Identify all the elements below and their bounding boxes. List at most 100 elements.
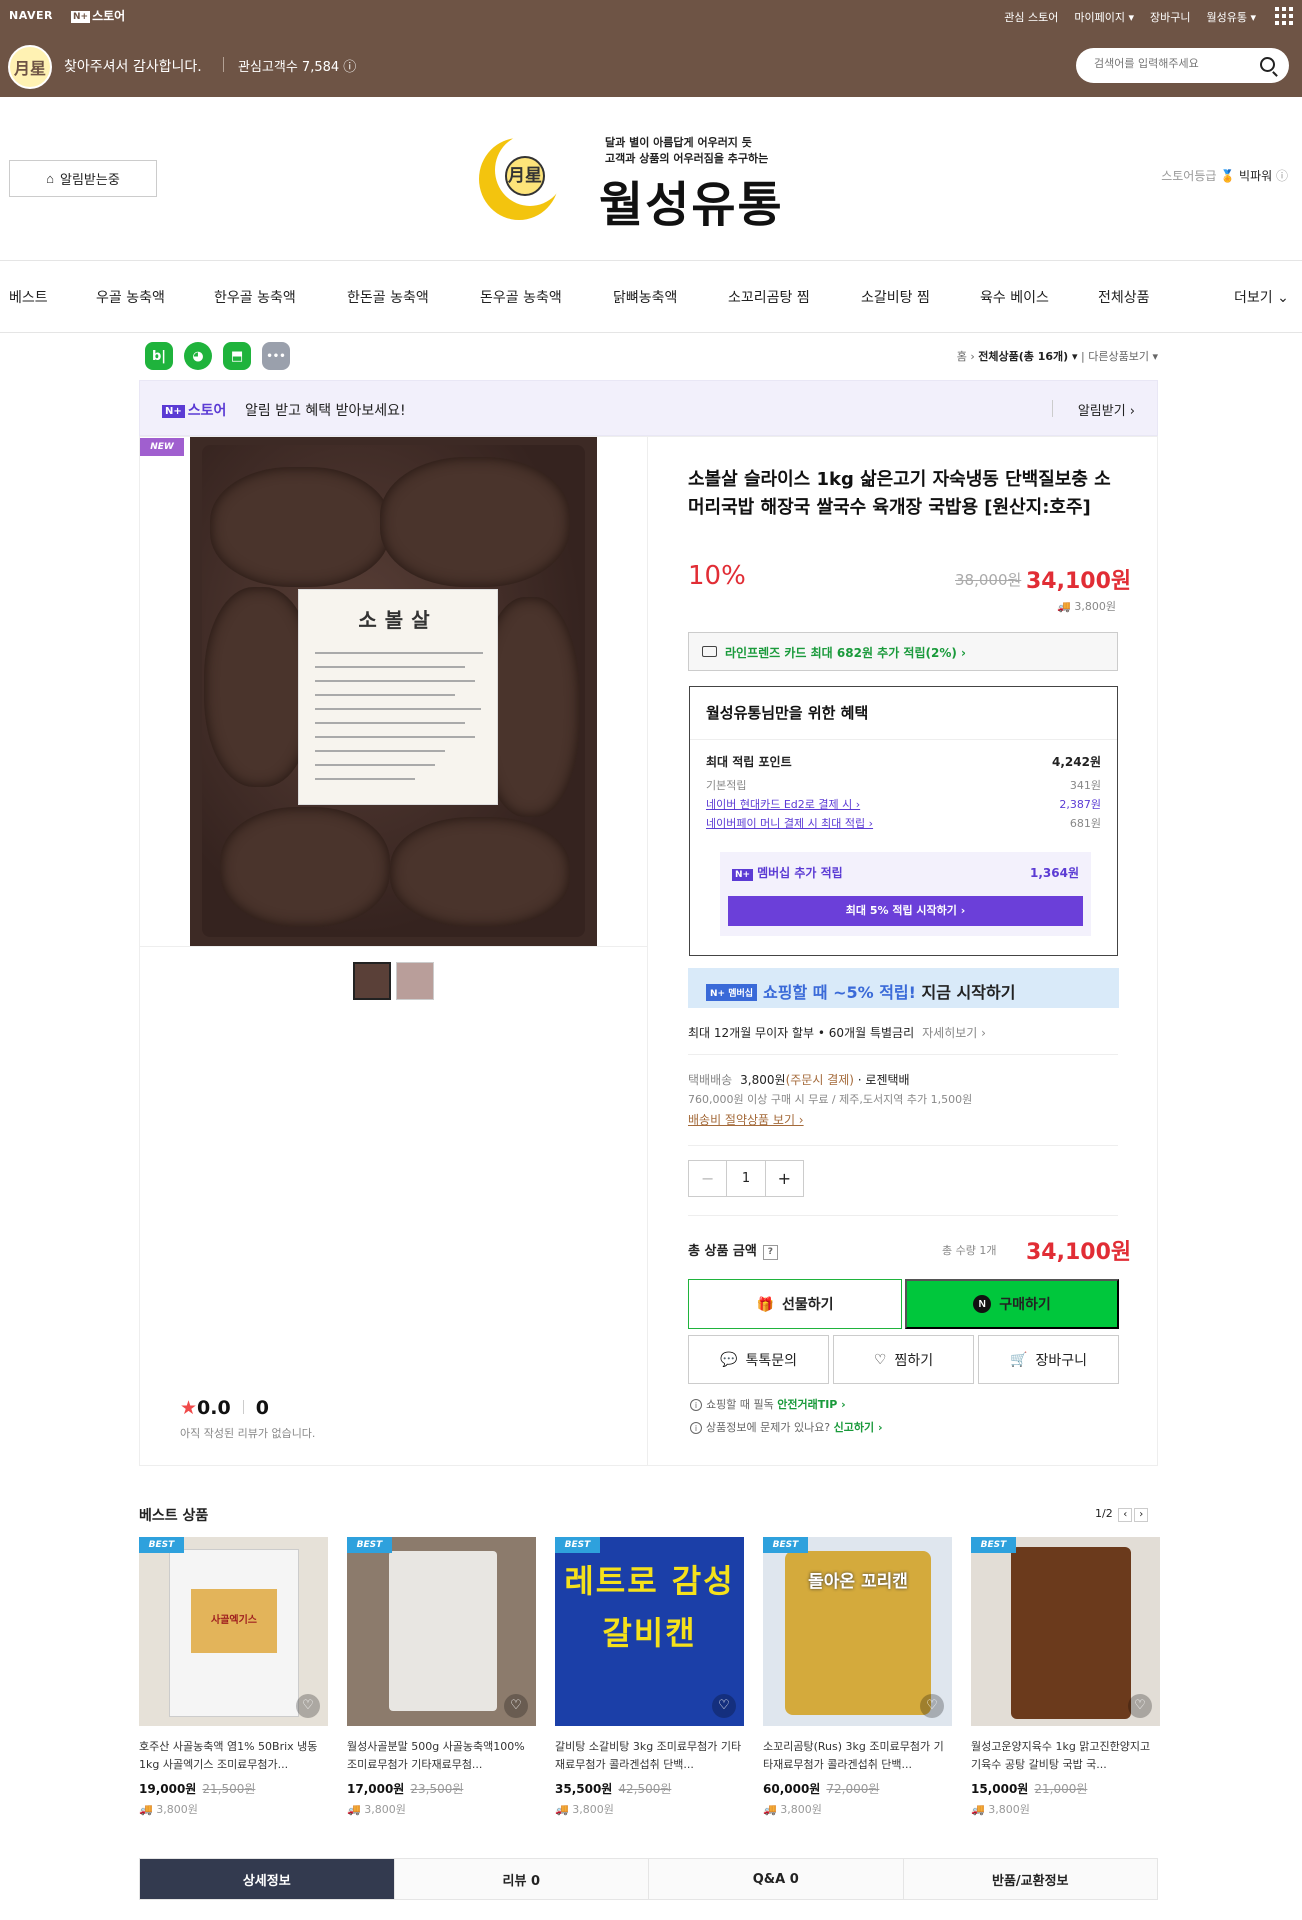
delivery-note: (주문시 결제) — [785, 1073, 854, 1087]
buy-button[interactable]: N 구매하기 — [905, 1279, 1119, 1329]
nav-galbitang[interactable]: 소갈비탕 찜 — [861, 287, 930, 307]
card-benefit-box[interactable]: 라인프렌즈 카드 최대 682원 추가 적립(2%) › — [688, 632, 1118, 671]
nstore-logo[interactable]: N+ 스토어 — [71, 7, 125, 24]
help-icon[interactable]: ? — [762, 1245, 778, 1260]
nplus-banner-text: N+ 멤버십 쇼핑할 때 ~5% 적립! 지금 시작하기 — [706, 979, 1015, 1003]
talk-inquiry-button[interactable]: 💬 톡톡문의 — [688, 1335, 829, 1384]
nplus-membership-banner[interactable]: N+ 멤버십 쇼핑할 때 ~5% 적립! 지금 시작하기 — [688, 968, 1119, 1008]
prev-arrow-icon[interactable]: ‹ — [1118, 1508, 1133, 1522]
best-product-card[interactable]: BEST 사골엑기스 ♡ 호주산 사골농축액 염1% 50Brix 냉동 1kg… — [139, 1537, 328, 1817]
heart-icon[interactable]: ♡ — [712, 1694, 736, 1718]
store-label: 스토어 — [92, 9, 126, 23]
npay-money-link[interactable]: 네이버페이 머니 결제 시 최대 적립 › — [706, 815, 873, 831]
installment-more-link[interactable]: 자세히보기 › — [922, 1026, 986, 1040]
label-line — [315, 694, 455, 696]
next-arrow-icon[interactable]: › — [1134, 1508, 1149, 1522]
medal-icon: 🏅 — [1220, 169, 1236, 183]
help-icon[interactable]: ⓘ — [1276, 169, 1288, 183]
cart-button[interactable]: 🛒 장바구니 — [978, 1335, 1119, 1384]
tab-review[interactable]: 리뷰 0 — [395, 1859, 649, 1899]
store-grade[interactable]: 스토어등급 🏅 빅파워 ⓘ — [1161, 167, 1288, 184]
delivery-row: 택배배송 3,800원(주문시 결제) · 로젠택배 — [688, 1070, 972, 1090]
nav-ugol[interactable]: 우골 농축액 — [96, 287, 165, 307]
nav-chicken[interactable]: 닭뼈농축액 — [613, 287, 677, 307]
best-badge: BEST — [139, 1537, 184, 1553]
thumbnail-2[interactable] — [396, 962, 434, 1000]
more-share-icon[interactable]: ••• — [262, 342, 290, 370]
search-input[interactable] — [1094, 57, 1244, 70]
blog-share-icon[interactable]: b| — [145, 342, 173, 370]
app-grid-icon[interactable] — [1275, 7, 1293, 25]
crumb-other[interactable]: 다른상품보기 ▾ — [1088, 350, 1158, 363]
divider — [688, 1145, 1118, 1146]
search-box[interactable] — [1076, 48, 1289, 83]
card-shipping-fee: 3,800원 — [988, 1803, 1030, 1816]
quantity-plus-button[interactable]: + — [766, 1161, 803, 1196]
home-icon: ⌂ — [46, 171, 55, 186]
interest-store-link[interactable]: 관심 스토어 — [1004, 9, 1058, 25]
nav-broth[interactable]: 육수 베이스 — [980, 287, 1049, 307]
nav-best[interactable]: 베스트 — [9, 287, 48, 307]
tab-detail[interactable]: 상세정보 — [140, 1859, 395, 1899]
cart-label: 장바구니 — [1035, 1351, 1087, 1368]
search-icon[interactable] — [1260, 57, 1275, 72]
installment-info: 최대 12개월 무이자 할부 • 60개월 특별금리 자세히보기 › — [688, 1024, 986, 1041]
notify-subscribe-button[interactable]: 알림받기 › — [1078, 400, 1135, 419]
grade-label: 스토어등급 — [1161, 169, 1217, 183]
store-avatar[interactable]: 月星 — [8, 45, 52, 89]
best-product-card[interactable]: BEST ♡ 월성사골분말 500g 사골농축액100% 조미료무첨가 기타재료… — [347, 1537, 536, 1817]
quantity-input[interactable]: 1 — [726, 1161, 766, 1196]
tab-qna[interactable]: Q&A 0 — [649, 1859, 904, 1899]
store-logo[interactable]: 月星 달과 별이 아름답게 어우러지 듯 고객과 상품의 어우러짐을 추구하는 … — [479, 130, 819, 233]
thumbnail-1[interactable] — [353, 962, 391, 1000]
bookmark-share-icon[interactable]: ⬒ — [223, 342, 251, 370]
report-link[interactable]: 신고하기 › — [834, 1421, 883, 1434]
shipping-fee: 🚚 3,800원 — [1057, 598, 1116, 614]
cart-link[interactable]: 장바구니 — [1150, 9, 1190, 25]
tab-return[interactable]: 반품/교환정보 — [904, 1859, 1158, 1899]
can-label: 돌아온 꼬리캔 — [808, 1572, 908, 1592]
naver-logo[interactable]: NAVER — [9, 9, 53, 22]
nav-oxtail[interactable]: 소꼬리곰탕 찜 — [728, 287, 810, 307]
heart-icon[interactable]: ♡ — [296, 1694, 320, 1718]
best-product-card[interactable]: BEST 돌아온 꼬리캔 ♡ 소꼬리곰탕(Rus) 3kg 조미료무첨가 기타재… — [763, 1537, 952, 1817]
crumb-all[interactable]: 전체상품(총 16개) ▾ — [978, 350, 1077, 363]
crumb-home[interactable]: 홈 — [957, 350, 967, 363]
divider — [690, 739, 1117, 740]
product-main-image[interactable]: 소볼살 — [190, 437, 597, 947]
notify-button[interactable]: ⌂ 알림받는중 — [9, 160, 157, 197]
user-menu[interactable]: 월성유통 ▾ — [1207, 9, 1257, 25]
can-label: 레트로 감성 갈비캔 — [564, 1562, 735, 1652]
wish-button[interactable]: ♡ 찜하기 — [833, 1335, 974, 1384]
gift-button[interactable]: 🎁 선물하기 — [688, 1279, 902, 1329]
mypage-link[interactable]: 마이페이지 ▾ — [1074, 9, 1134, 25]
nav-hanugol[interactable]: 한우골 농축액 — [214, 287, 296, 307]
sale-price: 34,100원 — [1026, 569, 1132, 594]
notify-label: 알림받는중 — [60, 172, 120, 187]
logo-slogan-2: 고객과 상품의 어우러짐을 추구하는 — [605, 152, 769, 165]
card-shipping-fee: 3,800원 — [156, 1803, 198, 1816]
total-label-text: 총 상품 금액 — [688, 1244, 757, 1259]
best-product-card[interactable]: BEST 레트로 감성 갈비캔 ♡ 갈비탕 소갈비탕 3kg 조미료무첨가 기타… — [555, 1537, 744, 1817]
card-benefit-text: 라인프렌즈 카드 최대 682원 추가 적립(2%) › — [725, 646, 966, 660]
star-icon: ★ — [180, 1397, 198, 1419]
nav-all[interactable]: 전체상품 — [1098, 287, 1150, 307]
rating-summary[interactable]: ★0.0 0 — [180, 1397, 269, 1419]
heart-icon[interactable]: ♡ — [504, 1694, 528, 1718]
membership-start-button[interactable]: 최대 5% 적립 시작하기 › — [728, 896, 1083, 926]
safety-tip-link[interactable]: 안전거래TIP › — [777, 1398, 846, 1411]
heart-icon[interactable]: ♡ — [920, 1694, 944, 1718]
nav-more[interactable]: 더보기 ⌄ — [1234, 287, 1289, 307]
nav-donugol[interactable]: 돈우골 농축액 — [480, 287, 562, 307]
hyundai-card-link[interactable]: 네이버 현대카드 Ed2로 결제 시 › — [706, 796, 860, 812]
talk-share-icon[interactable]: ◕ — [184, 342, 212, 370]
quantity-minus-button[interactable]: − — [689, 1161, 726, 1196]
meat-slice — [220, 807, 390, 927]
best-product-card[interactable]: BEST ♡ 월성고운양지육수 1kg 맑고진한양지고기육수 공탕 갈비탕 국밥… — [971, 1537, 1160, 1817]
nplus-badge: N+ — [162, 405, 185, 418]
chat-icon: 💬 — [720, 1351, 738, 1367]
nav-handongol[interactable]: 한돈골 농축액 — [347, 287, 429, 307]
heart-icon[interactable]: ♡ — [1128, 1694, 1152, 1718]
shipping-saver-link[interactable]: 배송비 절약상품 보기 › — [688, 1110, 972, 1130]
benefit-heading: 월성유통님만을 위한 혜택 — [706, 704, 869, 722]
